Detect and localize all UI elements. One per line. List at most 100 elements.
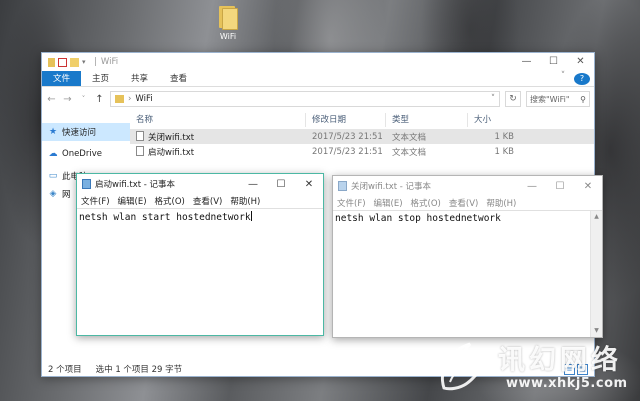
scroll-up-icon[interactable]: ▲: [591, 211, 602, 223]
chevron-down-icon[interactable]: ˅: [487, 94, 499, 104]
notepad-window-stop: 关闭wifi.txt - 记事本 — ☐ ✕ 文件(F) 编辑(E) 格式(O)…: [332, 175, 603, 338]
refresh-icon[interactable]: ↻: [505, 91, 521, 107]
forward-arrow-icon[interactable]: →: [62, 94, 73, 105]
file-type: 文本文档: [392, 132, 427, 143]
file-type: 文本文档: [392, 147, 427, 158]
explorer-titlebar: ▾ | WiFi — ☐ ✕: [42, 53, 594, 71]
minimize-button[interactable]: —: [518, 181, 546, 192]
notepad-text-area[interactable]: netsh wlan stop hostednetwork ▲ ▼: [333, 210, 602, 337]
tab-share[interactable]: 共享: [120, 71, 159, 86]
up-arrow-icon[interactable]: ↑: [94, 94, 105, 105]
address-row: ← → ˅ ↑ › WiFi ˅ ↻ 搜索"WiFi" ⚲: [42, 87, 594, 111]
column-name[interactable]: 名称: [130, 113, 306, 127]
desktop-icon-label: WiFi: [219, 32, 237, 41]
watermark-brand: 讯幻网络: [498, 345, 622, 376]
close-button[interactable]: ✕: [574, 181, 602, 192]
computer-icon: ▭: [48, 171, 58, 181]
sidebar-item-label: 快速访问: [62, 128, 97, 138]
notepad-content[interactable]: netsh wlan start hostednetwork: [79, 212, 251, 223]
notepad-window-start: 启动wifi.txt - 记事本 — ☐ ✕ 文件(F) 编辑(E) 格式(O)…: [76, 173, 324, 336]
maximize-button[interactable]: ☐: [267, 179, 295, 190]
menu-file[interactable]: 文件(F): [81, 195, 110, 207]
text-caret: [250, 211, 252, 221]
sidebar-item-quick-access[interactable]: ★ 快速访问: [42, 123, 130, 141]
file-row[interactable]: 关闭wifi.txt 2017/5/23 21:51 文本文档 1 KB: [130, 129, 594, 144]
column-type[interactable]: 类型: [386, 113, 468, 127]
tab-file[interactable]: 文件: [42, 71, 82, 86]
title-separator: |: [94, 57, 97, 67]
new-folder-icon[interactable]: [70, 57, 79, 67]
window-title: WiFi: [100, 57, 119, 67]
menu-edit[interactable]: 编辑(E): [374, 197, 403, 209]
minimize-button[interactable]: —: [513, 53, 540, 71]
notepad-menubar: 文件(F) 编辑(E) 格式(O) 查看(V) 帮助(H): [77, 194, 323, 208]
file-name: 启动wifi.txt: [148, 147, 195, 158]
breadcrumb[interactable]: WiFi: [135, 94, 152, 104]
menu-edit[interactable]: 编辑(E): [118, 195, 147, 207]
maximize-button[interactable]: ☐: [540, 53, 567, 71]
maximize-button[interactable]: ☐: [546, 181, 574, 192]
file-date: 2017/5/23 21:51: [312, 131, 383, 142]
file-size: 1 KB: [494, 146, 514, 157]
folder-icon: [48, 57, 55, 67]
notepad-title: 关闭wifi.txt - 记事本: [351, 182, 432, 192]
status-bar: 2 个项目 选中 1 个项目 29 字节: [42, 362, 182, 376]
menu-file[interactable]: 文件(F): [337, 197, 366, 209]
menu-view[interactable]: 查看(V): [193, 195, 222, 207]
notepad-content-line[interactable]: netsh wlan start hostednetwork: [77, 209, 323, 225]
ribbon: 文件 主页 共享 查看 ˅ ?: [42, 71, 594, 87]
notepad-content[interactable]: netsh wlan stop hostednetwork: [333, 211, 602, 226]
cloud-icon: ☁: [48, 149, 58, 159]
address-bar[interactable]: › WiFi ˅: [110, 91, 500, 107]
star-icon: ★: [48, 127, 58, 137]
menu-format[interactable]: 格式(O): [411, 197, 441, 209]
menu-view[interactable]: 查看(V): [449, 197, 478, 209]
search-input[interactable]: 搜索"WiFi" ⚲: [526, 91, 590, 107]
notepad-menubar: 文件(F) 编辑(E) 格式(O) 查看(V) 帮助(H): [333, 196, 602, 210]
help-icon[interactable]: ?: [574, 73, 590, 85]
column-headers: 名称 修改日期 类型 大小: [130, 111, 594, 129]
watermark-logo-icon: [441, 342, 496, 391]
close-button[interactable]: ✕: [567, 53, 594, 71]
file-row[interactable]: 启动wifi.txt 2017/5/23 21:51 文本文档 1 KB: [130, 144, 594, 159]
text-file-icon: [136, 130, 144, 141]
selection-info: 选中 1 个项目 29 字节: [95, 365, 183, 375]
recent-locations-icon[interactable]: ˅: [78, 95, 89, 103]
tab-home[interactable]: 主页: [81, 71, 120, 86]
search-icon[interactable]: ⚲: [577, 95, 589, 104]
back-arrow-icon[interactable]: ←: [46, 94, 57, 105]
folder-icon: [217, 4, 239, 30]
breadcrumb-chevron-icon[interactable]: ›: [128, 94, 131, 104]
desktop-folder-wifi[interactable]: WiFi: [210, 4, 246, 41]
minimize-button[interactable]: —: [239, 179, 267, 190]
watermark-url: www.xhkj5.com: [506, 376, 628, 391]
vertical-scrollbar[interactable]: ▲ ▼: [590, 211, 602, 337]
menu-format[interactable]: 格式(O): [155, 195, 185, 207]
sidebar-item-label: OneDrive: [62, 149, 102, 159]
folder-icon: [115, 95, 124, 103]
file-name: 关闭wifi.txt: [148, 132, 195, 143]
notepad-text-area[interactable]: netsh wlan start hostednetwork: [77, 208, 323, 335]
notepad-titlebar: 关闭wifi.txt - 记事本 — ☐ ✕: [333, 176, 602, 196]
properties-icon[interactable]: [58, 57, 67, 67]
text-file-icon: [136, 145, 144, 156]
column-size[interactable]: 大小: [468, 113, 518, 127]
sidebar-item-onedrive[interactable]: ☁ OneDrive: [42, 145, 130, 163]
close-button[interactable]: ✕: [295, 179, 323, 190]
file-size: 1 KB: [494, 131, 514, 142]
notepad-icon: [338, 181, 347, 191]
expand-ribbon-icon[interactable]: ˅: [556, 71, 570, 86]
file-date: 2017/5/23 21:51: [312, 146, 383, 157]
menu-help[interactable]: 帮助(H): [230, 195, 260, 207]
notepad-icon: [82, 179, 91, 189]
customize-toolbar-icon[interactable]: ▾: [82, 58, 88, 67]
menu-help[interactable]: 帮助(H): [486, 197, 516, 209]
sidebar-item-label: 网: [62, 190, 71, 200]
watermark: 讯幻网络 www.xhkj5.com: [436, 336, 636, 396]
tab-view[interactable]: 查看: [159, 71, 198, 86]
notepad-titlebar: 启动wifi.txt - 记事本 — ☐ ✕: [77, 174, 323, 194]
search-placeholder: 搜索"WiFi": [530, 94, 570, 104]
item-count: 2 个项目: [48, 365, 82, 375]
column-date[interactable]: 修改日期: [306, 113, 386, 127]
notepad-title: 启动wifi.txt - 记事本: [95, 180, 176, 190]
